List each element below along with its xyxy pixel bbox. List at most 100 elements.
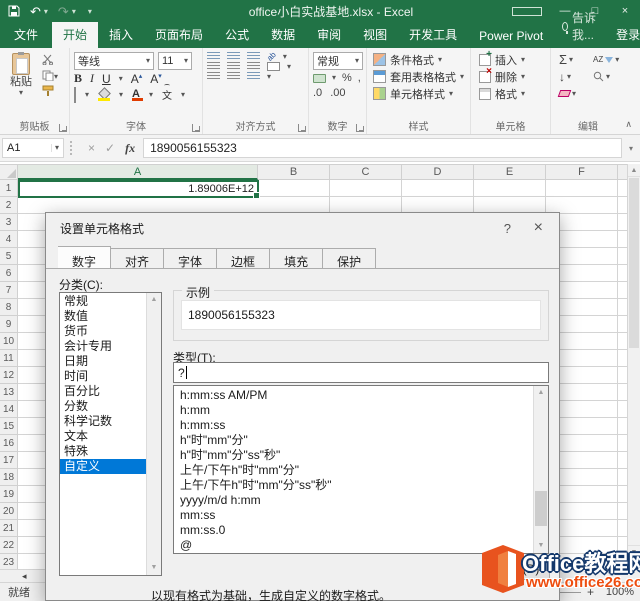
- row-header[interactable]: 7: [0, 282, 18, 299]
- cut-icon[interactable]: [42, 54, 55, 65]
- formula-bar-expand-icon[interactable]: ▾: [622, 144, 640, 153]
- scroll-up-icon[interactable]: ▲: [628, 164, 640, 177]
- number-format-select[interactable]: 常规▾: [313, 52, 363, 70]
- shrink-font-button[interactable]: A▾: [150, 72, 162, 86]
- zoom-in-icon[interactable]: +: [587, 585, 594, 599]
- format-painter-icon[interactable]: [42, 85, 54, 96]
- conditional-formatting-button[interactable]: 条件格式▾: [373, 51, 468, 68]
- ribbon-tab[interactable]: 公式: [214, 22, 260, 48]
- vertical-scrollbar[interactable]: ▲ ▼: [627, 164, 640, 558]
- row-header[interactable]: 6: [0, 265, 18, 282]
- category-item[interactable]: 文本: [60, 429, 146, 444]
- tell-me-box[interactable]: 告诉我...: [554, 5, 605, 48]
- qat-customize-icon[interactable]: ▾: [88, 7, 92, 16]
- column-header-partial[interactable]: [618, 164, 627, 180]
- format-item[interactable]: 上午/下午h"时"mm"分"ss"秒": [174, 478, 532, 493]
- bold-button[interactable]: B: [74, 71, 82, 86]
- cell-styles-button[interactable]: 单元格样式▾: [373, 85, 468, 102]
- align-middle-icon[interactable]: [227, 52, 240, 61]
- row-header[interactable]: 22: [0, 537, 18, 554]
- ribbon-tab[interactable]: 数据: [260, 22, 306, 48]
- align-bottom-icon[interactable]: [247, 52, 260, 61]
- row-header[interactable]: 11: [0, 350, 18, 367]
- cancel-entry-icon[interactable]: ×: [88, 141, 95, 155]
- row-header[interactable]: 13: [0, 384, 18, 401]
- insert-function-icon[interactable]: fx: [125, 141, 135, 156]
- category-item[interactable]: 会计专用: [60, 339, 146, 354]
- delete-cells-button[interactable]: 删除▾: [479, 68, 548, 85]
- category-item[interactable]: 常规: [60, 294, 146, 309]
- dialog-tab[interactable]: 边框: [217, 248, 270, 269]
- row-header[interactable]: 15: [0, 418, 18, 435]
- format-item[interactable]: yyyy/m/d h:mm: [174, 493, 532, 508]
- save-icon[interactable]: [8, 5, 20, 17]
- font-name-select[interactable]: 等线▾: [74, 52, 154, 70]
- active-cell-a1[interactable]: 1.89006E+12: [18, 180, 259, 198]
- format-item[interactable]: @: [174, 538, 532, 553]
- vertical-scrollbar-thumb[interactable]: [629, 178, 639, 348]
- zoom-level[interactable]: 100%: [600, 586, 634, 598]
- align-center-icon[interactable]: [227, 62, 240, 71]
- category-item[interactable]: 数值: [60, 309, 146, 324]
- ribbon-tab[interactable]: 插入: [98, 22, 144, 48]
- format-scroll-up-icon[interactable]: ▲: [534, 386, 548, 400]
- font-dialog-launcher-icon[interactable]: [192, 124, 200, 132]
- autosum-button[interactable]: Σ▾: [559, 52, 593, 67]
- row-header[interactable]: 17: [0, 452, 18, 469]
- format-item[interactable]: h:mm: [174, 403, 532, 418]
- format-item[interactable]: 上午/下午h"时"mm"分": [174, 463, 532, 478]
- percent-style-icon[interactable]: %: [342, 71, 352, 85]
- format-cells-button[interactable]: 格式▾: [479, 85, 548, 102]
- row-header[interactable]: 14: [0, 401, 18, 418]
- collapse-ribbon-icon[interactable]: ∧: [625, 119, 632, 130]
- type-input[interactable]: ?: [173, 362, 549, 383]
- format-item[interactable]: mm:ss.0: [174, 523, 532, 538]
- align-top-icon[interactable]: [207, 52, 220, 61]
- row-header[interactable]: 4: [0, 231, 18, 248]
- category-item[interactable]: 日期: [60, 354, 146, 369]
- format-as-table-button[interactable]: 套用表格格式▾: [373, 68, 468, 85]
- row-header[interactable]: 5: [0, 248, 18, 265]
- format-item[interactable]: h:mm:ss: [174, 418, 532, 433]
- format-item[interactable]: mm:ss: [174, 508, 532, 523]
- decrease-decimal-icon[interactable]: .00: [330, 86, 345, 100]
- format-scroll-down-icon[interactable]: ▼: [534, 539, 548, 553]
- dialog-tab[interactable]: 填充: [270, 248, 323, 269]
- category-item[interactable]: 自定义: [60, 459, 146, 474]
- scroll-down-icon[interactable]: ▼: [628, 545, 640, 558]
- row-header[interactable]: 2: [0, 197, 18, 214]
- format-listbox[interactable]: h:mm:ss AM/PMh:mmh:mm:ssh"时"mm"分"h"时"mm"…: [173, 385, 549, 554]
- column-header[interactable]: E: [474, 164, 546, 180]
- format-scrollbar[interactable]: ▲ ▼: [533, 386, 548, 553]
- increase-indent-icon[interactable]: [227, 72, 240, 81]
- row-header[interactable]: 3: [0, 214, 18, 231]
- column-header[interactable]: C: [330, 164, 402, 180]
- clipboard-dialog-launcher-icon[interactable]: [59, 124, 67, 132]
- dialog-tab[interactable]: 数字: [58, 246, 111, 269]
- alignment-dialog-launcher-icon[interactable]: [298, 124, 306, 132]
- merge-center-icon[interactable]: [267, 62, 280, 71]
- dialog-tab[interactable]: 字体: [164, 248, 217, 269]
- row-header[interactable]: 21: [0, 520, 18, 537]
- dialog-close-icon[interactable]: ×: [534, 219, 543, 237]
- row-header[interactable]: 18: [0, 469, 18, 486]
- wrap-text-icon[interactable]: [247, 72, 260, 81]
- format-item[interactable]: h:mm:ss AM/PM: [174, 388, 532, 403]
- italic-button[interactable]: I: [90, 71, 94, 86]
- category-item[interactable]: 时间: [60, 369, 146, 384]
- column-header[interactable]: A: [18, 164, 258, 180]
- delete-button[interactable]: 删除(D): [488, 557, 550, 580]
- sort-filter-button[interactable]: AZ▾: [593, 56, 627, 64]
- ribbon-tab[interactable]: 视图: [352, 22, 398, 48]
- dialog-help-icon[interactable]: ?: [504, 221, 511, 236]
- align-right-icon[interactable]: [247, 62, 260, 71]
- row-header[interactable]: 1: [0, 180, 18, 197]
- underline-dropdown-icon[interactable]: ▾: [119, 75, 123, 83]
- ribbon-tab[interactable]: 开始: [52, 22, 98, 48]
- row-header[interactable]: 12: [0, 367, 18, 384]
- grow-font-button[interactable]: A▴: [131, 72, 143, 86]
- format-scrollbar-thumb[interactable]: [535, 491, 547, 526]
- select-all-corner[interactable]: [0, 164, 18, 180]
- category-listbox[interactable]: 常规数值货币会计专用日期时间百分比分数科学记数文本特殊自定义 ▲ ▼: [59, 292, 162, 576]
- tab-file[interactable]: 文件: [0, 22, 52, 48]
